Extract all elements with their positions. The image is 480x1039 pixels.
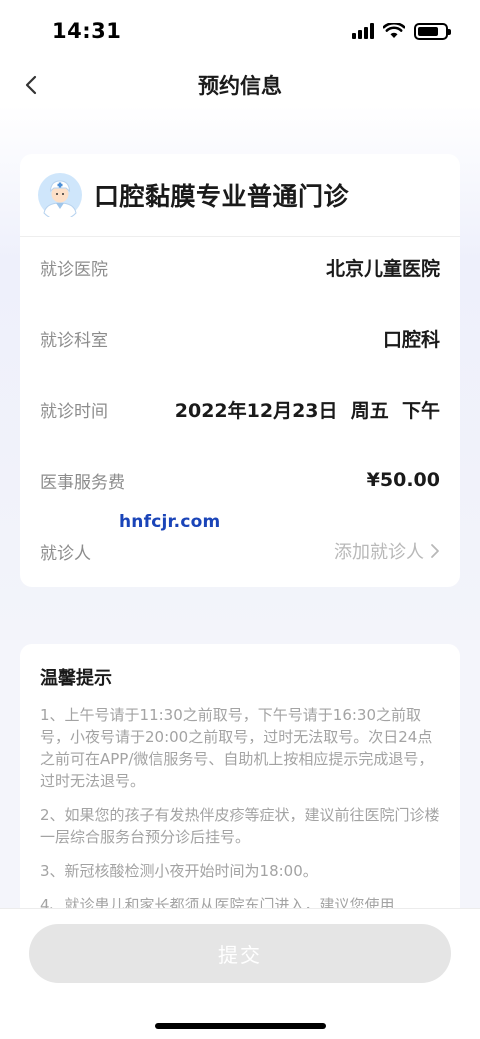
visit-time-value: 2022年12月23日 周五 下午 (174, 399, 440, 422)
doctor-avatar-icon (38, 173, 82, 217)
add-patient-link[interactable]: 添加就诊人 (334, 538, 440, 564)
tip-item: 1、上午号请于11:30之前取号，下午号请于16:30之前取号，小夜号请于20:… (40, 706, 434, 790)
watermark-text: hnfcjr.com (119, 512, 221, 532)
tips-card: 温馨提示 1、上午号请于11:30之前取号，下午号请于16:30之前取号，小夜号… (20, 644, 460, 944)
department-value: 口腔科 (382, 328, 440, 351)
visit-time-label: 就诊时间 (40, 401, 108, 422)
status-icons (352, 22, 451, 40)
status-time: 14:31 (52, 19, 122, 43)
clinic-header: 口腔黏膜专业普通门诊 (20, 154, 460, 237)
page-title: 预约信息 (198, 74, 282, 98)
service-fee-label: 医事服务费 (40, 472, 125, 493)
tip-item: 3、新冠核酸检测小夜开始时间为18:00。 (40, 862, 318, 880)
tip-item: 2、如果您的孩子有发热伴皮疹等症状，建议前往医院门诊楼一层综合服务台预分诊后挂号… (40, 806, 440, 846)
service-fee-row: 医事服务费 ¥50.00 (40, 465, 440, 495)
cellular-signal-icon (352, 23, 374, 39)
appointment-card: 口腔黏膜专业普通门诊 就诊医院 北京儿童医院 就诊科室 口腔科 就诊时间 202… (20, 154, 460, 587)
service-fee-value: ¥50.00 (366, 469, 440, 491)
back-button[interactable] (16, 70, 46, 100)
tips-title: 温馨提示 (40, 668, 112, 689)
chevron-right-icon (431, 544, 439, 558)
hospital-value: 北京儿童医院 (325, 257, 440, 280)
submit-button[interactable]: 提交 (29, 924, 451, 983)
department-label: 就诊科室 (40, 330, 108, 351)
visit-time-row: 就诊时间 2022年12月23日 周五 下午 (40, 394, 440, 424)
hospital-label: 就诊医院 (40, 259, 108, 280)
chevron-left-icon (25, 75, 37, 95)
clinic-title: 口腔黏膜专业普通门诊 (94, 182, 350, 211)
wifi-icon (383, 23, 405, 38)
navigation-bar: 预约信息 (0, 62, 480, 108)
patient-row[interactable]: 就诊人 添加就诊人 (40, 536, 440, 566)
bottom-bar: 提交 (0, 908, 480, 1039)
battery-icon (414, 22, 451, 40)
hospital-row: 就诊医院 北京儿童医院 (40, 252, 440, 282)
status-bar: 14:31 (0, 0, 480, 62)
department-row: 就诊科室 口腔科 (40, 323, 440, 353)
patient-label: 就诊人 (40, 543, 91, 564)
home-indicator (155, 1023, 326, 1029)
add-patient-text: 添加就诊人 (334, 542, 424, 563)
